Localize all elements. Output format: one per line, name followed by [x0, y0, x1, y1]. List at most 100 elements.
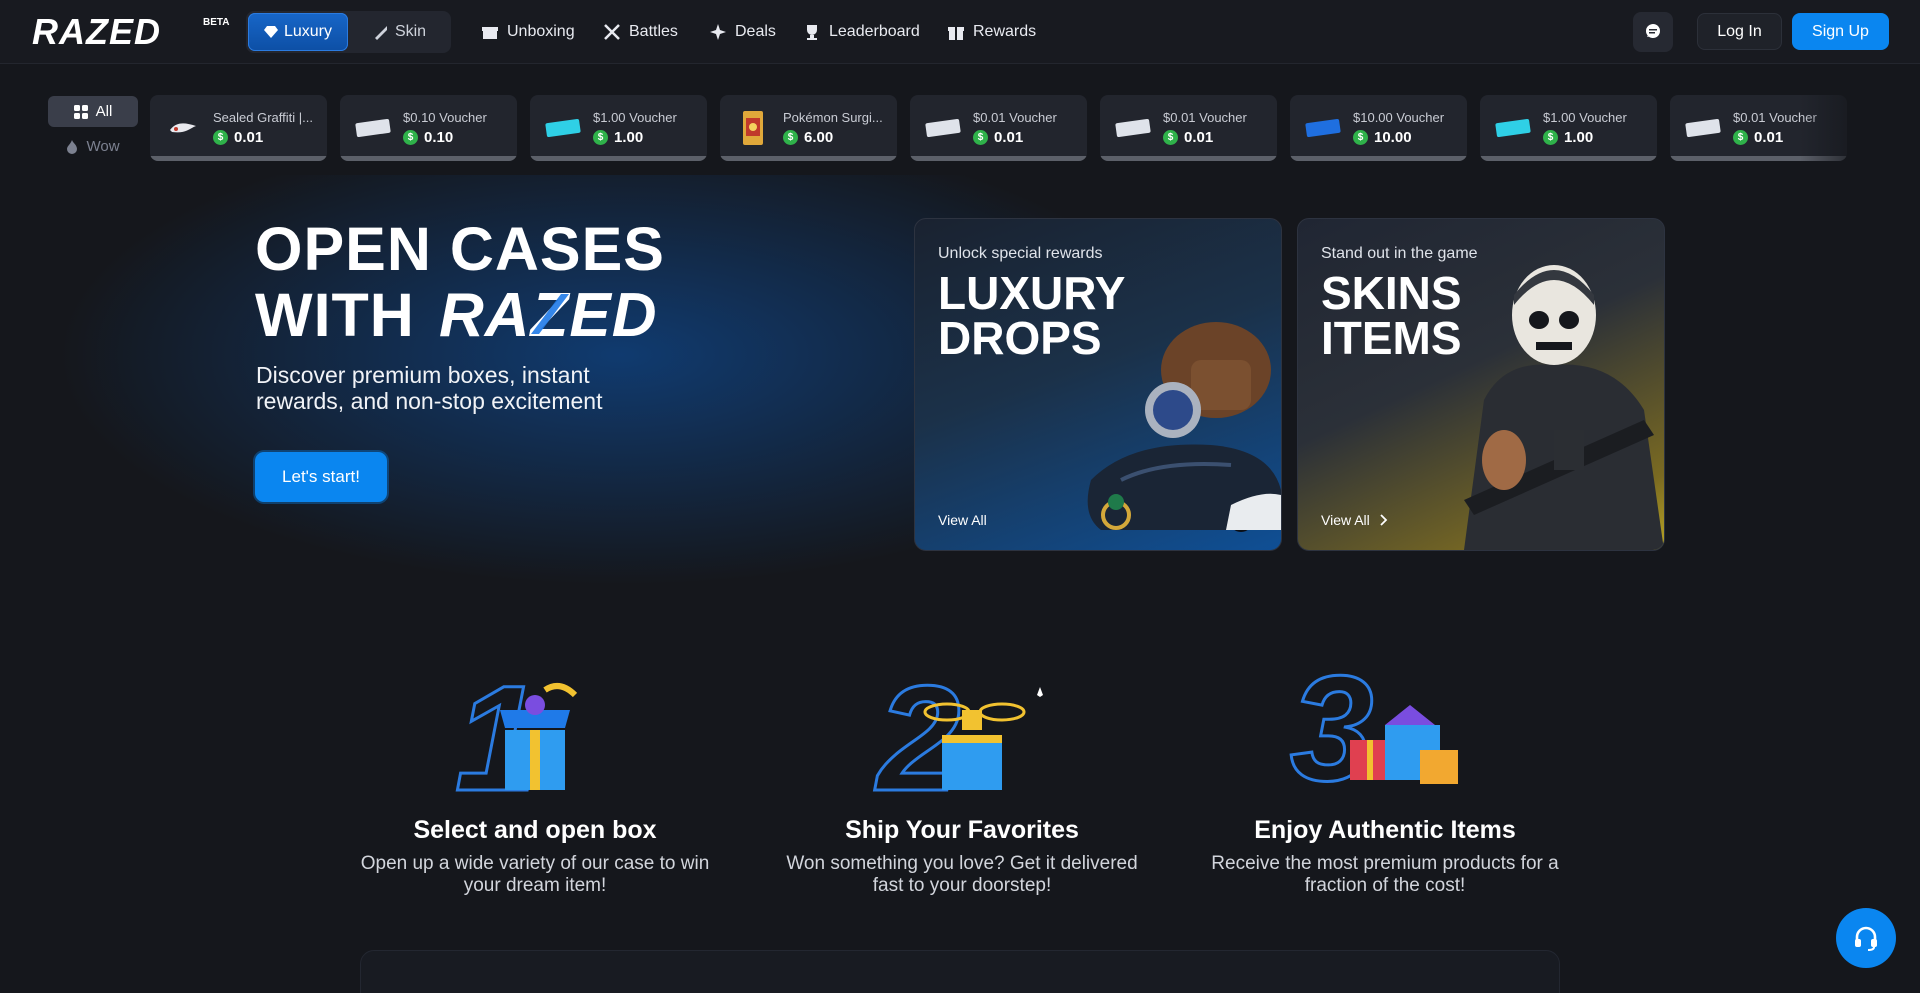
chat-icon — [1646, 24, 1660, 38]
luxury-drops-card[interactable]: Unlock special rewards LUXURY DROPS View… — [914, 218, 1282, 551]
step-1-illustration: 1 — [435, 640, 635, 824]
coin-icon: $ — [213, 130, 228, 145]
drop-name: Sealed Graffiti |... — [213, 110, 313, 125]
step-2-title: Ship Your Favorites — [845, 816, 1079, 844]
drop-card[interactable]: Pokémon Surgi... $6.00 — [720, 95, 897, 161]
voucher-thumb — [1684, 109, 1722, 147]
step-2-illustration: 2 — [862, 640, 1062, 824]
coin-icon: $ — [783, 130, 798, 145]
beta-badge: BETA — [203, 17, 230, 28]
sparkle-icon — [710, 24, 726, 40]
coin-icon: $ — [973, 130, 988, 145]
luxury-kicker: Unlock special rewards — [938, 245, 1103, 262]
filter-wow-label: Wow — [86, 138, 120, 155]
trophy-icon — [807, 25, 817, 40]
chevron-right-icon — [1380, 514, 1388, 526]
coin-icon: $ — [1733, 130, 1748, 145]
skins-items-card[interactable]: Stand out in the game SKINS ITEMS View A… — [1297, 218, 1665, 551]
mode-switch: Luxury Skin — [246, 11, 451, 53]
step-card: 3 Enjoy Authentic Items Receive the most… — [1195, 640, 1575, 897]
login-button[interactable]: Log In — [1697, 13, 1782, 50]
luxury-items-art — [1087, 322, 1281, 532]
skin-mode-button[interactable]: Skin — [350, 13, 449, 51]
chat-button[interactable] — [1633, 12, 1673, 52]
skins-view-all-label: View All — [1321, 512, 1370, 528]
drop-price: $0.01 — [1163, 129, 1213, 146]
coin-icon: $ — [593, 130, 608, 145]
drop-name: $0.01 Voucher — [973, 110, 1057, 125]
drop-card[interactable]: $0.01 Voucher $0.01 — [910, 95, 1087, 161]
filter-all-button[interactable]: All — [48, 96, 138, 127]
razed-logo[interactable]: RAZED — [32, 14, 192, 48]
step-1-title: Select and open box — [413, 816, 657, 844]
top-navbar: RAZED BETA Luxury Skin Unboxing Battles … — [0, 0, 1920, 64]
diamond-icon — [263, 26, 278, 38]
drop-name: $0.10 Voucher — [403, 110, 487, 125]
drop-card[interactable]: Sealed Graffiti |... $0.01 — [150, 95, 327, 161]
drop-price: $0.10 — [403, 129, 453, 146]
drop-name: $10.00 Voucher — [1353, 110, 1445, 125]
nav-leaderboard-label: Leaderboard — [829, 23, 920, 40]
voucher-thumb — [1304, 109, 1342, 147]
drop-price: $1.00 — [593, 129, 643, 146]
nav-deals[interactable]: Deals — [709, 20, 776, 44]
featured-section-card — [360, 950, 1560, 993]
step-3-title: Enjoy Authentic Items — [1254, 816, 1516, 844]
luxury-view-all[interactable]: View All — [938, 512, 987, 528]
step-3-text: Receive the most premium products for a … — [1211, 853, 1559, 896]
skins-view-all[interactable]: View All — [1321, 512, 1388, 528]
flame-icon — [67, 139, 78, 154]
skin-mode-label: Skin — [394, 23, 427, 40]
box-icon — [482, 27, 498, 39]
support-button[interactable] — [1836, 908, 1896, 968]
step-1-text: Open up a wide variety of our case to wi… — [360, 853, 710, 896]
drop-price: $6.00 — [783, 129, 833, 146]
step-card: 2 Ship Your Favorites Won something you … — [772, 640, 1152, 897]
step-card: 1 Select and open box Open up a wide var… — [345, 640, 725, 897]
drop-card[interactable]: $10.00 Voucher $10.00 — [1290, 95, 1467, 161]
drop-card[interactable]: $1.00 Voucher $1.00 — [530, 95, 707, 161]
step-2-text: Won something you love? Get it delivered… — [786, 853, 1138, 896]
nav-battles-label: Battles — [629, 23, 678, 40]
svg-text:RAZED: RAZED — [32, 14, 161, 48]
gift-icon — [948, 27, 964, 40]
drop-price: $0.01 — [213, 129, 263, 146]
soldier-art — [1464, 265, 1664, 550]
live-drops-strip: Sealed Graffiti |... $0.01 $0.10 Voucher… — [150, 95, 1850, 162]
coin-icon: $ — [1353, 130, 1368, 145]
coin-icon: $ — [1543, 130, 1558, 145]
nav-rewards[interactable]: Rewards — [947, 20, 1036, 44]
hero-title-line2: WITH RAZED — [255, 282, 719, 348]
nav-battles[interactable]: Battles — [603, 20, 678, 44]
drop-price: $0.01 — [1733, 129, 1783, 146]
step-3-illustration: 3 — [1285, 640, 1485, 814]
drop-card[interactable]: $0.01 Voucher $0.01 — [1100, 95, 1277, 161]
drop-card[interactable]: $1.00 Voucher $1.00 — [1480, 95, 1657, 161]
drop-name: $1.00 Voucher — [1543, 110, 1627, 125]
nav-unboxing-label: Unboxing — [507, 23, 575, 40]
nav-leaderboard[interactable]: Leaderboard — [803, 20, 920, 44]
luxury-view-all-label: View All — [938, 512, 987, 528]
signup-button[interactable]: Sign Up — [1792, 13, 1889, 50]
drop-name: Pokémon Surgi... — [783, 110, 883, 125]
drop-price: $10.00 — [1353, 129, 1412, 146]
grid-icon — [73, 104, 88, 119]
swords-icon — [604, 24, 620, 40]
filter-wow-button[interactable]: Wow — [48, 131, 138, 162]
drop-price: $1.00 — [1543, 129, 1593, 146]
pokemon-pack-thumb — [734, 109, 772, 147]
graffiti-thumb — [164, 109, 202, 147]
nav-unboxing[interactable]: Unboxing — [481, 20, 575, 44]
voucher-thumb — [1494, 109, 1532, 147]
headset-icon — [1855, 926, 1877, 951]
nav-rewards-label: Rewards — [973, 23, 1037, 40]
voucher-thumb — [1114, 109, 1152, 147]
lets-start-button[interactable]: Let's start! — [255, 452, 387, 502]
drop-card[interactable]: $0.10 Voucher $0.10 — [340, 95, 517, 161]
nav-deals-label: Deals — [735, 23, 776, 40]
luxury-mode-button[interactable]: Luxury — [248, 13, 348, 51]
drops-filter: All Wow — [48, 96, 138, 162]
razed-wordmark: RAZED — [439, 284, 657, 342]
voucher-thumb — [924, 109, 962, 147]
voucher-thumb — [354, 109, 392, 147]
